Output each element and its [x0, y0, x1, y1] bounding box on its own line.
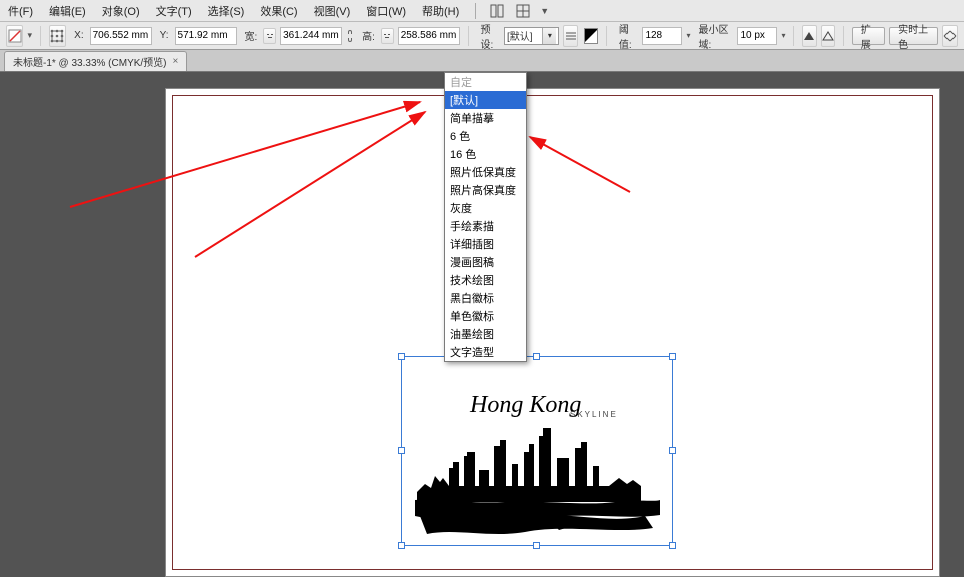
expand-all-icon[interactable] [942, 25, 958, 47]
document-tabbar: 未标题-1* @ 33.33% (CMYK/预览) × [0, 50, 964, 72]
selection-bounding-box[interactable] [401, 356, 673, 546]
menu-window[interactable]: 窗口(W) [362, 1, 410, 21]
dropdown-item-bw-logo[interactable]: 黑白徽标 [445, 289, 526, 307]
chevron-down-icon[interactable]: ▾ [542, 28, 556, 44]
grid-icon[interactable] [514, 2, 532, 20]
reference-point-icon[interactable] [49, 25, 66, 47]
dropdown-item-technical[interactable]: 技术绘图 [445, 271, 526, 289]
no-fill-icon[interactable] [6, 25, 23, 47]
handle-top-center[interactable] [533, 353, 540, 360]
dropdown-item-mono-logo[interactable]: 单色徽标 [445, 307, 526, 325]
dropdown-item-16-color[interactable]: 16 色 [445, 145, 526, 163]
separator [475, 3, 476, 19]
dropdown-item-comic[interactable]: 漫画图稿 [445, 253, 526, 271]
dropdown-item-photo-low[interactable]: 照片低保真度 [445, 163, 526, 181]
stepper-icon[interactable]: ▾ [686, 31, 690, 40]
link-icon[interactable] [263, 28, 276, 44]
handle-bottom-center[interactable] [533, 542, 540, 549]
dropdown-item-6-color[interactable]: 6 色 [445, 127, 526, 145]
menu-view[interactable]: 视图(V) [310, 1, 355, 21]
x-input[interactable] [90, 27, 152, 45]
minarea-input[interactable] [737, 27, 777, 45]
expand-button[interactable]: 扩展 [852, 27, 885, 45]
separator [40, 26, 41, 46]
trace-outline-icon[interactable] [821, 25, 835, 47]
separator [793, 26, 794, 46]
stepper-icon-2[interactable]: ▾ [781, 31, 785, 40]
canvas-area[interactable]: 自定 [默认] 简单描摹 6 色 16 色 照片低保真度 照片高保真度 灰度 手… [0, 72, 964, 577]
close-icon[interactable]: × [173, 56, 179, 67]
dropdown-item-sketch[interactable]: 手绘素描 [445, 217, 526, 235]
menubar: 件(F) 编辑(E) 对象(O) 文字(T) 选择(S) 效果(C) 视图(V)… [0, 0, 964, 22]
h-input[interactable] [398, 27, 460, 45]
control-bar: ▾ X: Y: 宽: 高: 预设: [默认] ▾ 阈值: ▾ 最小区域: ▾ 扩… [0, 22, 964, 50]
preset-menu-icon[interactable] [563, 25, 577, 47]
chevron-down-icon[interactable]: ▾ [27, 30, 32, 41]
threshold-label: 阈值: [619, 21, 637, 51]
handle-bottom-left[interactable] [398, 542, 405, 549]
dropdown-item-disabled: 自定 [445, 73, 526, 91]
dropdown-item-default[interactable]: [默认] [445, 91, 526, 109]
menu-text[interactable]: 文字(T) [152, 1, 196, 21]
document-tab[interactable]: 未标题-1* @ 33.33% (CMYK/预览) × [4, 51, 187, 71]
preset-value: [默认] [507, 28, 533, 43]
menu-select[interactable]: 选择(S) [204, 1, 249, 21]
separator [606, 26, 607, 46]
menu-object[interactable]: 对象(O) [98, 1, 144, 21]
h-label: 高: [362, 28, 375, 43]
dropdown-item-simple-trace[interactable]: 简单描摹 [445, 109, 526, 127]
dropdown-item-type[interactable]: 文字造型 [445, 343, 526, 361]
preset-dropdown: 自定 [默认] 简单描摹 6 色 16 色 照片低保真度 照片高保真度 灰度 手… [444, 72, 527, 362]
x-label: X: [74, 30, 83, 41]
menu-help[interactable]: 帮助(H) [418, 1, 463, 21]
menu-file[interactable]: 件(F) [4, 1, 37, 21]
preset-select[interactable]: [默认] ▾ [504, 27, 559, 45]
layout-icon[interactable] [488, 2, 506, 20]
handle-right-center[interactable] [669, 447, 676, 454]
color-swatch[interactable] [584, 28, 598, 44]
dropdown-item-photo-high[interactable]: 照片高保真度 [445, 181, 526, 199]
threshold-input[interactable] [642, 27, 682, 45]
handle-left-center[interactable] [398, 447, 405, 454]
dropdown-item-detailed[interactable]: 详细插图 [445, 235, 526, 253]
tab-title: 未标题-1* @ 33.33% (CMYK/预览) [13, 54, 167, 69]
minarea-label: 最小区域: [698, 21, 731, 51]
live-color-button[interactable]: 实时上色 [889, 27, 938, 45]
separator [843, 26, 844, 46]
dropdown-item-ink[interactable]: 油墨绘图 [445, 325, 526, 343]
link-chain-icon[interactable] [346, 29, 354, 43]
dropdown-item-grayscale[interactable]: 灰度 [445, 199, 526, 217]
menu-edit[interactable]: 编辑(E) [45, 1, 90, 21]
w-input[interactable] [280, 27, 342, 45]
handle-top-right[interactable] [669, 353, 676, 360]
trace-icon[interactable] [802, 25, 816, 47]
y-input[interactable] [175, 27, 237, 45]
preset-label: 预设: [480, 21, 498, 51]
dropdown-arrow-icon[interactable]: ▼ [540, 6, 549, 16]
y-label: Y: [160, 30, 169, 41]
handle-top-left[interactable] [398, 353, 405, 360]
separator [468, 26, 469, 46]
menu-effect[interactable]: 效果(C) [256, 1, 301, 21]
link-icon-2[interactable] [381, 28, 394, 44]
handle-bottom-right[interactable] [669, 542, 676, 549]
w-label: 宽: [245, 28, 258, 43]
